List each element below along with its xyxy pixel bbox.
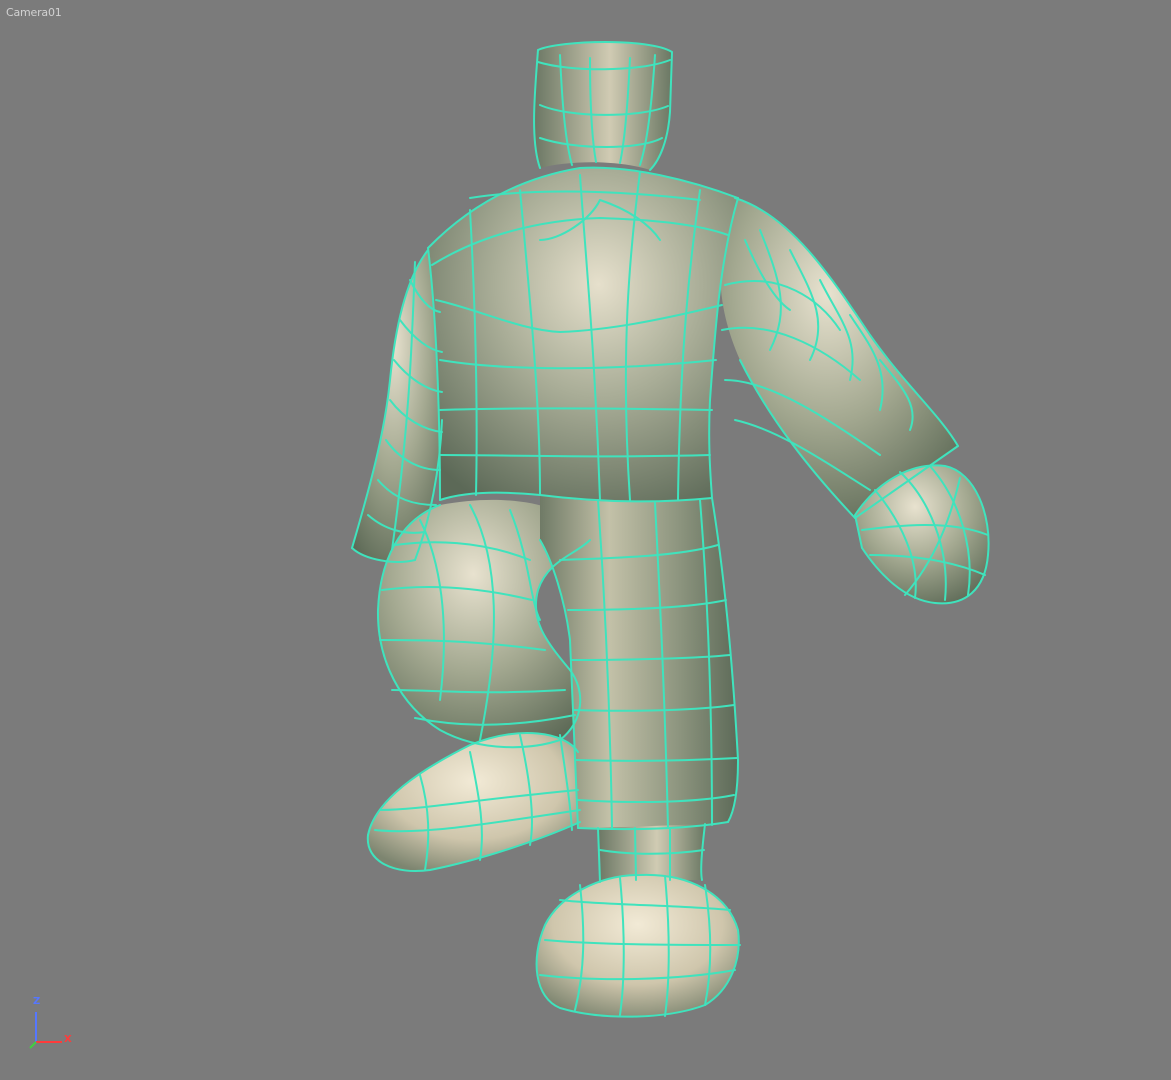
axis-z-label: Z: [33, 996, 41, 1007]
camera-viewport[interactable]: Camera01 Z X: [0, 0, 1171, 1080]
axis-x-label: X: [64, 1034, 72, 1045]
character-model: [351, 41, 990, 1018]
axis-gizmo: Z X: [26, 994, 76, 1054]
